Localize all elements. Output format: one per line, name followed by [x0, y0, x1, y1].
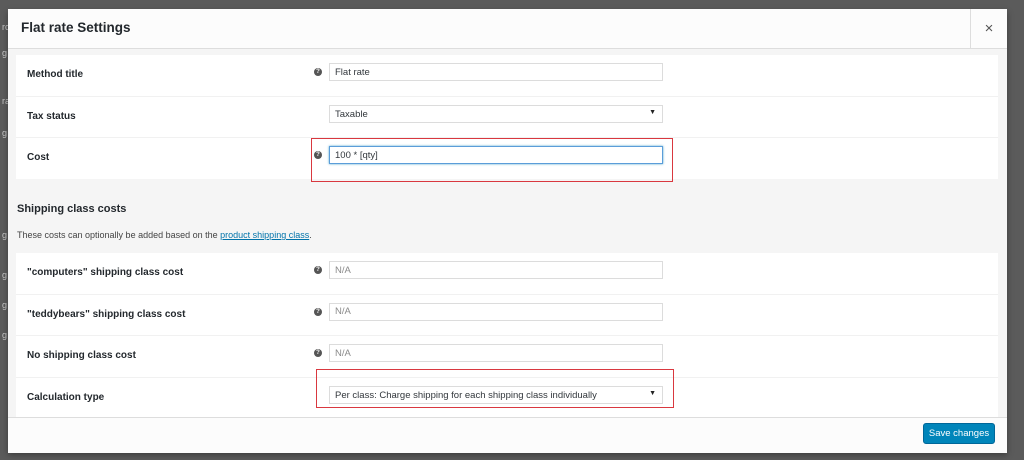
product-shipping-class-link[interactable]: product shipping class — [220, 230, 309, 240]
teddybears-class-cost-row: "teddybears" shipping class cost ? — [16, 295, 998, 336]
backdrop-text-fragment: g — [2, 270, 8, 280]
modal-body[interactable]: Method title ? Tax status Taxable ▼ Cost… — [8, 49, 1007, 417]
calculation-type-highlight-box — [316, 369, 674, 408]
tax-status-label: Tax status — [27, 110, 76, 122]
computers-class-cost-input[interactable] — [329, 261, 663, 279]
method-title-label: Method title — [27, 69, 84, 80]
save-changes-button[interactable]: Save changes — [923, 423, 995, 444]
cost-label: Cost — [27, 152, 50, 163]
backdrop-text-fragment: g — [2, 230, 8, 240]
teddybears-class-cost-input[interactable] — [329, 302, 663, 321]
backdrop-text-fragment: g — [2, 128, 8, 138]
modal-footer: Save changes — [8, 417, 1007, 453]
help-icon[interactable]: ? — [314, 307, 322, 316]
help-icon[interactable]: ? — [314, 68, 322, 76]
method-title-row: Method title ? — [16, 55, 998, 97]
modal-title: Flat rate Settings — [21, 20, 131, 35]
tax-status-selected-value: Taxable — [335, 108, 368, 120]
close-button[interactable]: × — [970, 9, 1007, 48]
description-text: These costs can optionally be added base… — [17, 230, 221, 240]
backdrop-text-fragment: g — [2, 48, 8, 58]
flat-rate-settings-modal: Flat rate Settings × Method title ? Tax … — [8, 9, 1007, 453]
computers-class-cost-row: "computers" shipping class cost ? — [16, 253, 998, 295]
description-suffix: . — [309, 230, 312, 240]
method-title-input[interactable] — [329, 63, 663, 81]
cost-highlight-box — [311, 138, 673, 182]
tax-status-row: Tax status Taxable ▼ — [16, 97, 998, 138]
help-icon[interactable]: ? — [314, 266, 322, 274]
shipping-class-costs-heading: Shipping class costs — [17, 203, 127, 215]
no-class-cost-label: No shipping class cost — [27, 350, 136, 361]
backdrop-text-fragment: g — [2, 330, 8, 340]
modal-header: Flat rate Settings × — [8, 9, 1007, 49]
no-class-cost-input[interactable] — [329, 344, 663, 362]
close-icon: × — [984, 20, 994, 37]
calculation-type-label: Calculation type — [27, 391, 105, 403]
computers-class-cost-label: "computers" shipping class cost — [27, 267, 184, 278]
backdrop-text-fragment: g — [2, 300, 8, 310]
teddybears-class-cost-label: "teddybears" shipping class cost — [27, 308, 186, 320]
chevron-down-icon: ▼ — [649, 108, 656, 116]
shipping-class-description: These costs can optionally be added base… — [17, 230, 312, 240]
tax-status-select[interactable]: Taxable ▼ — [329, 104, 663, 123]
help-icon[interactable]: ? — [314, 349, 322, 357]
